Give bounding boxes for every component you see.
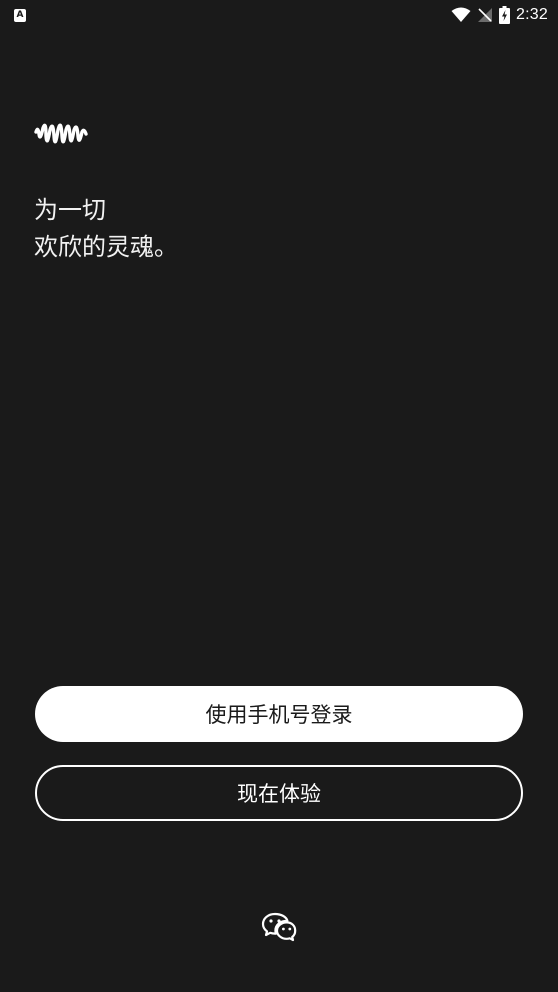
wechat-icon[interactable] bbox=[261, 910, 297, 946]
status-bar: A 2:32 bbox=[0, 0, 558, 30]
wifi-icon bbox=[451, 7, 471, 22]
signal-off-icon bbox=[478, 8, 493, 22]
try-now-button[interactable]: 现在体验 bbox=[35, 765, 523, 821]
tagline-line-2: 欢欣的灵魂。 bbox=[34, 233, 178, 261]
status-left: A bbox=[14, 8, 26, 22]
soundwave-logo-icon bbox=[34, 123, 88, 144]
status-right: 2:32 bbox=[451, 6, 548, 24]
notification-glyph: A bbox=[16, 9, 24, 20]
notification-app-icon: A bbox=[14, 8, 26, 22]
phone-login-button[interactable]: 使用手机号登录 bbox=[35, 686, 523, 742]
tagline: 为一切 欢欣的灵魂。 bbox=[34, 192, 178, 266]
battery-charging-icon bbox=[499, 6, 511, 24]
tagline-line-1: 为一切 bbox=[34, 196, 106, 224]
login-screen: A 2:32 为一切 欢欣的灵魂。 使用手机号登录 现在体验 bbox=[0, 0, 558, 992]
status-time: 2:32 bbox=[516, 6, 548, 23]
